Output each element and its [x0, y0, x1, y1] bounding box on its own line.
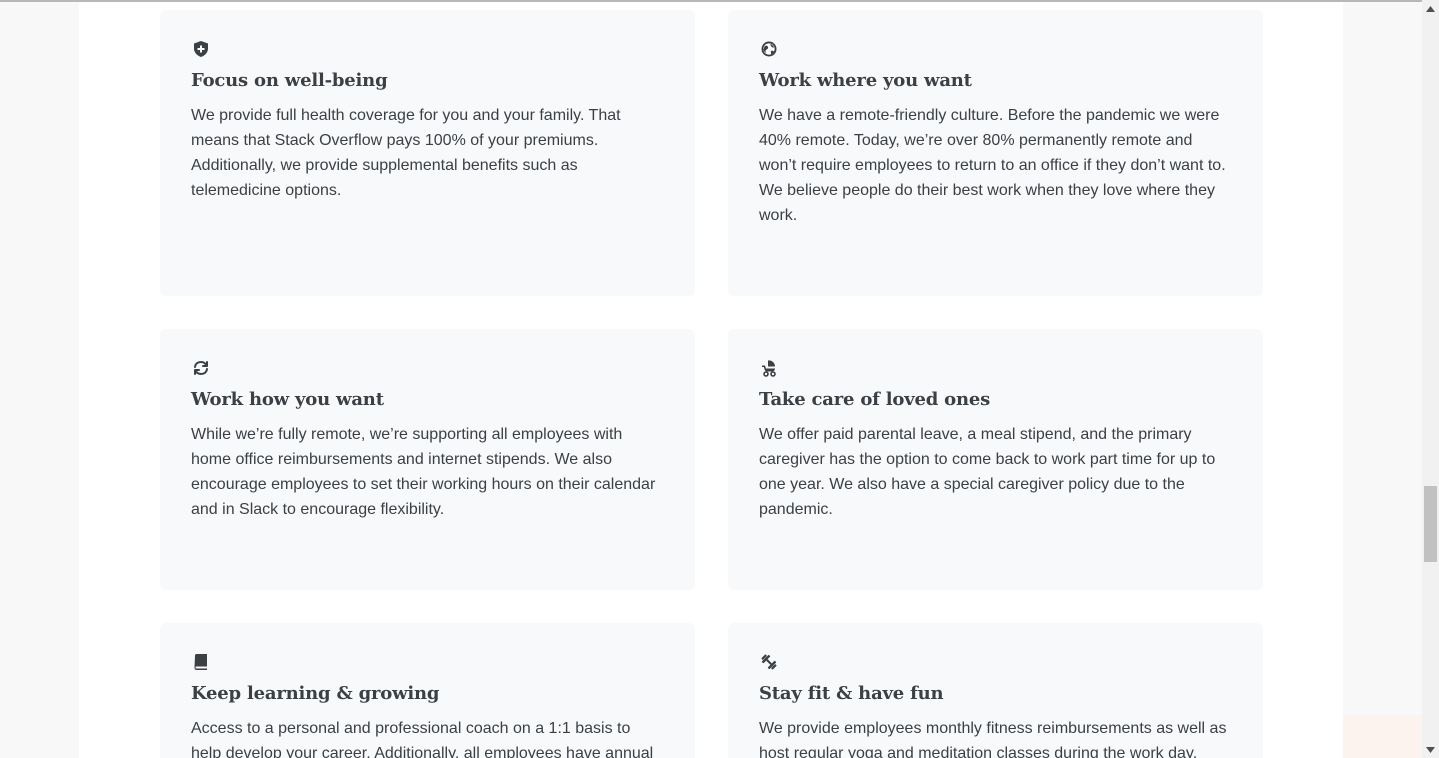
benefit-card-flexibility: Work how you want While we’re fully remo… [160, 329, 695, 590]
benefit-card-title: Take care of loved ones [759, 389, 991, 410]
shield-plus-icon [192, 40, 210, 58]
benefit-card-description: Access to a personal and professional co… [191, 720, 654, 758]
scrollbar-thumb[interactable] [1424, 486, 1437, 562]
vertical-scrollbar[interactable] [1422, 0, 1439, 758]
page-viewport: Focus on well-being We provide full heal… [0, 0, 1439, 758]
refresh-arrows-icon [192, 359, 210, 377]
benefit-card-title: Work how you want [191, 389, 384, 410]
globe-icon [760, 40, 778, 58]
benefit-card-remote: Work where you want We have a remote-fri… [728, 10, 1263, 296]
benefit-card-title: Focus on well-being [191, 70, 388, 91]
benefit-card-family: Take care of loved ones We offer paid pa… [728, 329, 1263, 590]
scroll-down-arrow-icon[interactable] [1422, 741, 1439, 758]
benefit-card-learning: Keep learning & growing Access to a pers… [160, 623, 695, 758]
top-divider [0, 0, 1422, 2]
benefit-card-description: While we’re fully remote, we’re supporti… [191, 426, 656, 518]
corner-tint [1343, 715, 1422, 758]
benefit-card-description: We have a remote-friendly culture. Befor… [759, 107, 1226, 224]
benefit-card-description: We provide full health coverage for you … [191, 107, 621, 199]
benefit-card-description: We offer paid parental leave, a meal sti… [759, 426, 1216, 518]
benefit-card-description: We provide employees monthly fitness rei… [759, 720, 1227, 758]
baby-stroller-icon [760, 359, 778, 377]
benefit-card-title: Stay fit & have fun [759, 683, 944, 704]
book-icon [192, 653, 210, 671]
scroll-up-arrow-icon[interactable] [1422, 0, 1439, 17]
benefit-card-fitness: Stay fit & have fun We provide employees… [728, 623, 1263, 758]
benefit-card-title: Work where you want [759, 70, 972, 91]
benefit-card-title: Keep learning & growing [191, 683, 440, 704]
benefit-card-well-being: Focus on well-being We provide full heal… [160, 10, 695, 296]
dumbbell-icon [760, 653, 778, 671]
